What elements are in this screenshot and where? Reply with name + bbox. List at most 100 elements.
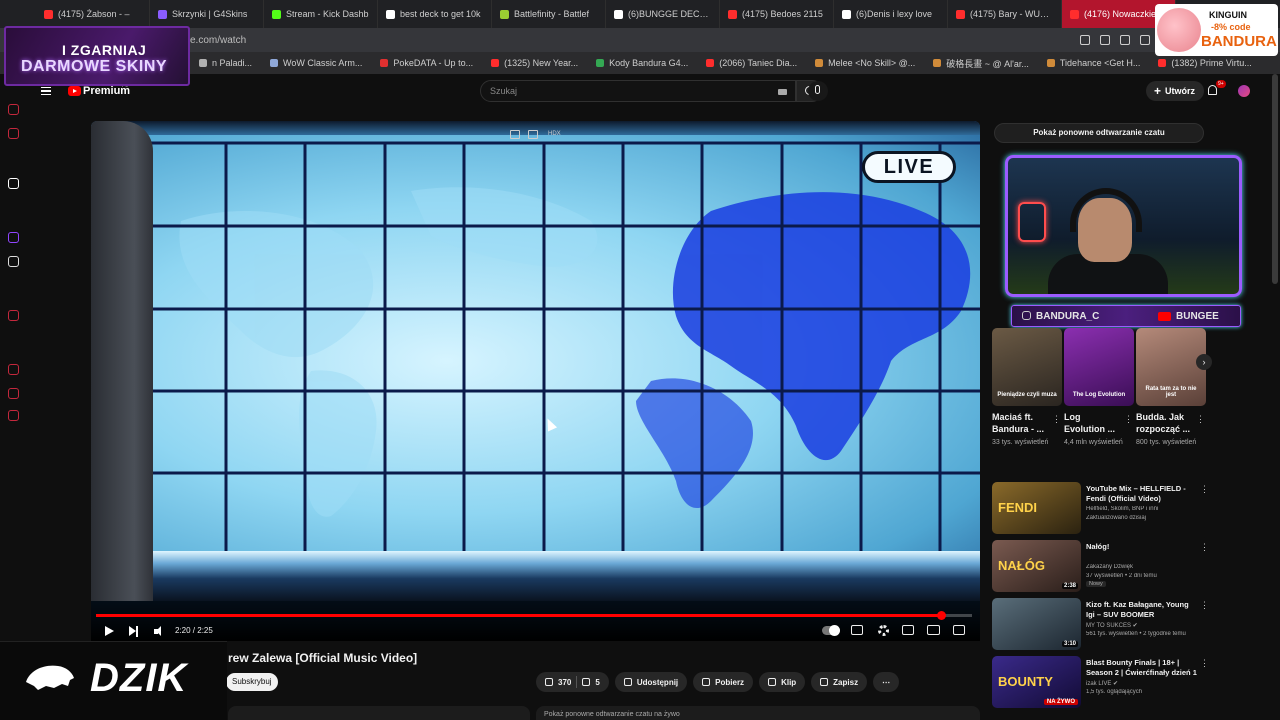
account-avatar[interactable]	[1238, 85, 1250, 97]
live-chat-replay-bar[interactable]: Pokaż ponowne odtwarzanie czatu na żywo	[536, 706, 980, 720]
video-title[interactable]: Blast Bounty Finals | 18+ | Season 2 | Ć…	[1086, 658, 1198, 678]
bookmark-item[interactable]: Melee <No Skill> @...	[806, 58, 924, 68]
clock-rail-icon[interactable]	[8, 364, 19, 375]
install-icon[interactable]	[1120, 35, 1130, 45]
target-rail-icon[interactable]	[8, 310, 19, 321]
settings-rail-icon[interactable]	[8, 410, 19, 421]
browser-tab[interactable]: (6)Denis i lexy love	[834, 0, 948, 28]
recommended-video[interactable]: BOUNTY NA ŻYWO Blast Bounty Finals | 18+ |…	[992, 656, 1212, 708]
clip-button[interactable]: Klip	[759, 672, 806, 692]
bookmark-label: n Paladi...	[212, 58, 253, 68]
keyboard-icon[interactable]	[778, 89, 787, 95]
download-button[interactable]: Pobierz	[693, 672, 754, 692]
video-thumbnail[interactable]: BOUNTY NA ŻYWO	[992, 656, 1081, 708]
share-icon[interactable]	[1100, 35, 1110, 45]
video-title[interactable]: YouTube Mix – HELLFIELD - Fendi (Officia…	[1086, 484, 1198, 504]
bookmark-item[interactable]: (1382) Prime Virtu...	[1149, 58, 1260, 68]
bookmark-item[interactable]: WoW Classic Arm...	[261, 58, 371, 68]
chat-replay-button[interactable]: Pokaż ponowne odtwarzanie czatu	[994, 123, 1204, 143]
zoom-icon[interactable]	[1080, 35, 1090, 45]
short-title[interactable]: Budda. Jak rozpocząć ...	[1136, 411, 1192, 435]
video-thumbnail[interactable]: FENDI	[992, 482, 1081, 534]
youtube-logo-icon[interactable]	[68, 86, 81, 96]
theater-mode-icon[interactable]	[927, 625, 940, 635]
bookmark-item[interactable]: (1325) New Year...	[482, 58, 587, 68]
play-icon[interactable]	[105, 626, 114, 636]
hamburger-menu-icon[interactable]	[41, 87, 51, 95]
autoplay-toggle[interactable]	[822, 625, 840, 636]
save-button[interactable]: Zapisz	[811, 672, 868, 692]
tab-search-icon[interactable]	[0, 0, 36, 28]
settings-gear-icon[interactable]	[878, 625, 889, 636]
progress-bar[interactable]	[96, 611, 972, 620]
short-menu-icon[interactable]: ⋮	[1052, 414, 1061, 425]
notifications-bell-icon[interactable]	[1208, 85, 1217, 95]
channel-name[interactable]: MY TO SUKCES ✔	[1086, 622, 1204, 629]
short-card[interactable]: Pieniądze czyli muza Maciaś ft. Bandura -…	[992, 328, 1062, 462]
more-actions-button[interactable]: ⋯	[873, 672, 900, 692]
bookmark-item[interactable]: Tidehance <Get H...	[1038, 58, 1149, 68]
chat-rail-icon[interactable]	[8, 388, 19, 399]
fullscreen-icon[interactable]	[953, 625, 965, 635]
browser-tab[interactable]: (4175) Bary - WUKO	[948, 0, 1062, 28]
address-bar[interactable]: e.com/watch	[0, 28, 1280, 52]
video-title[interactable]: Nałóg!	[1086, 542, 1198, 552]
recommended-video[interactable]: 3:10 Kizo ft. Kaz Bałagane, Young Igi – S…	[992, 598, 1212, 650]
browser-tab[interactable]: best deck to get 10k	[378, 0, 492, 28]
short-thumbnail[interactable]: Pieniądze czyli muza	[992, 328, 1062, 406]
search-input[interactable]	[481, 81, 721, 101]
popout-icon[interactable]	[528, 130, 538, 139]
bookmark-star-icon[interactable]	[1140, 35, 1150, 45]
video-menu-icon[interactable]: ⋮	[1200, 600, 1209, 611]
video-player[interactable]: LIVE HDX 2:20 / 2:25	[91, 121, 980, 641]
bookmark-item[interactable]: Kody Bandura G4...	[587, 58, 697, 68]
like-dislike-button[interactable]: 370 5	[536, 672, 609, 692]
subscribe-button[interactable]: Subskrybuj	[226, 673, 278, 691]
bookmark-item[interactable]: n Paladi...	[190, 58, 261, 68]
x-rail-icon[interactable]	[8, 256, 19, 267]
recommended-video[interactable]: NAŁÓG 2:38 Nałóg! Zakazany Dźwięk 37 wyświet…	[992, 540, 1212, 592]
short-card[interactable]: Rata tam za to nie jest Budda. Jak rozpoc…	[1136, 328, 1206, 462]
browser-tab[interactable]: Battlefinity - Battlef	[492, 0, 606, 28]
miniplayer-control-icon[interactable]	[902, 625, 914, 635]
browser-tab[interactable]: (6)BUNGGE DECK #	[606, 0, 720, 28]
video-menu-icon[interactable]: ⋮	[1200, 484, 1209, 495]
short-menu-icon[interactable]: ⋮	[1124, 414, 1133, 425]
video-menu-icon[interactable]: ⋮	[1200, 658, 1209, 669]
miniplayer-icon[interactable]	[510, 130, 520, 139]
twitch-rail-icon[interactable]	[8, 232, 19, 243]
browser-tab[interactable]: (4175) Żabson - –	[36, 0, 150, 28]
short-thumbnail[interactable]: Rata tam za to nie jest	[1136, 328, 1206, 406]
video-title[interactable]: Kizo ft. Kaz Bałagane, Young Igi – SUV B…	[1086, 600, 1198, 620]
next-video-icon[interactable]	[129, 626, 139, 637]
shorts-next-arrow-icon[interactable]: ›	[1196, 354, 1212, 370]
browser-tab[interactable]: (4175) Bedoes 2115	[720, 0, 834, 28]
kick-rail-icon[interactable]	[8, 178, 19, 189]
bookmark-item[interactable]: (2066) Taniec Dia...	[697, 58, 806, 68]
channel-name[interactable]: Zakazany Dźwięk	[1086, 564, 1204, 570]
browser-tab[interactable]: Skrzynki | G4Skins	[150, 0, 264, 28]
share-button[interactable]: Udostępnij	[614, 672, 688, 692]
short-thumbnail[interactable]: The Log Evolution	[1064, 328, 1134, 406]
mail-rail-icon[interactable]	[8, 128, 19, 139]
short-title[interactable]: Maciaś ft. Bandura - ...	[992, 411, 1048, 435]
page-scrollbar[interactable]	[1272, 74, 1278, 284]
video-thumbnail[interactable]: NAŁÓG 2:38	[992, 540, 1081, 592]
create-button[interactable]: + Utwórz	[1146, 81, 1205, 101]
short-menu-icon[interactable]: ⋮	[1196, 414, 1205, 425]
short-card[interactable]: The Log Evolution Log Evolution ... ⋮ 4,4 m…	[1064, 328, 1134, 462]
url-text[interactable]: e.com/watch	[190, 35, 246, 46]
channel-name[interactable]: Hellfield, Skolim, BNP i inni	[1086, 506, 1204, 512]
subtitles-icon[interactable]	[851, 625, 863, 635]
bookmark-item[interactable]: PokeDATA - Up to...	[371, 58, 482, 68]
channel-name[interactable]: izak LIVE ✔	[1086, 680, 1204, 687]
bookmark-item[interactable]: 破格長畫 ~ @ Al'ar...	[924, 57, 1038, 70]
video-menu-icon[interactable]: ⋮	[1200, 542, 1209, 553]
volume-icon[interactable]	[154, 626, 165, 637]
recommended-video[interactable]: FENDI YouTube Mix – HELLFIELD - Fendi (Of…	[992, 482, 1212, 534]
voice-search-button[interactable]	[808, 81, 828, 101]
youtube-rail-icon[interactable]	[8, 104, 19, 115]
video-thumbnail[interactable]: 3:10	[992, 598, 1081, 650]
short-title[interactable]: Log Evolution ...	[1064, 411, 1120, 435]
browser-tab[interactable]: Stream - Kick Dashb	[264, 0, 378, 28]
